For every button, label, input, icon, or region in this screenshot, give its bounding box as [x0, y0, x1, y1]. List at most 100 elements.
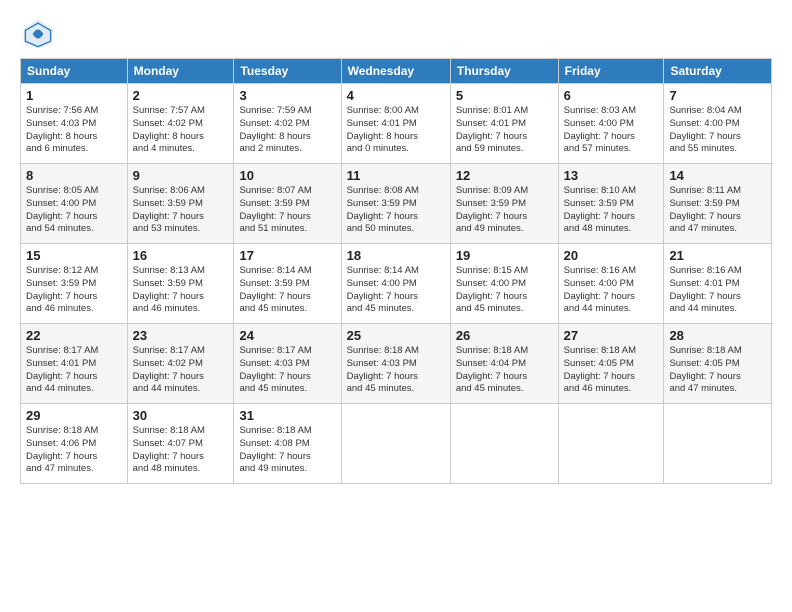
calendar-body: 1 Sunrise: 7:56 AM Sunset: 4:03 PM Daylig…	[21, 84, 772, 484]
day-info: Sunrise: 8:18 AM Sunset: 4:06 PM Dayligh…	[26, 425, 122, 476]
day-cell-8: 8 Sunrise: 8:05 AM Sunset: 4:00 PM Daylig…	[21, 164, 128, 244]
day-number: 11	[347, 168, 445, 183]
day-number: 5	[456, 88, 553, 103]
day-info: Sunrise: 8:18 AM Sunset: 4:03 PM Dayligh…	[347, 345, 445, 396]
weekday-header-row: SundayMondayTuesdayWednesdayThursdayFrid…	[21, 59, 772, 84]
day-cell-23: 23 Sunrise: 8:17 AM Sunset: 4:02 PM Dayli…	[127, 324, 234, 404]
weekday-header-sunday: Sunday	[21, 59, 128, 84]
day-cell-20: 20 Sunrise: 8:16 AM Sunset: 4:00 PM Dayli…	[558, 244, 664, 324]
day-number: 20	[564, 248, 659, 263]
day-number: 1	[26, 88, 122, 103]
week-row-4: 22Sunrise: 8:17 AM Sunset: 4:01 PM Dayli…	[21, 324, 772, 404]
day-cell-6: 6 Sunrise: 8:03 AM Sunset: 4:00 PM Daylig…	[558, 84, 664, 164]
day-cell-15: 15 Sunrise: 8:12 AM Sunset: 3:59 PM Dayli…	[21, 244, 128, 324]
day-cell-3: 3Sunrise: 7:59 AM Sunset: 4:02 PM Daylig…	[234, 84, 341, 164]
day-number: 21	[669, 248, 766, 263]
day-info: Sunrise: 8:09 AM Sunset: 3:59 PM Dayligh…	[456, 185, 553, 236]
day-info: Sunrise: 7:56 AM Sunset: 4:03 PM Dayligh…	[26, 105, 122, 156]
day-number: 10	[239, 168, 335, 183]
day-number: 13	[564, 168, 659, 183]
day-info: Sunrise: 8:17 AM Sunset: 4:02 PM Dayligh…	[133, 345, 229, 396]
day-number: 24	[239, 328, 335, 343]
day-info: Sunrise: 7:59 AM Sunset: 4:02 PM Dayligh…	[239, 105, 335, 156]
empty-cell	[341, 404, 450, 484]
day-info: Sunrise: 8:16 AM Sunset: 4:00 PM Dayligh…	[564, 265, 659, 316]
day-info: Sunrise: 8:07 AM Sunset: 3:59 PM Dayligh…	[239, 185, 335, 236]
day-number: 31	[239, 408, 335, 423]
day-cell-22: 22Sunrise: 8:17 AM Sunset: 4:01 PM Dayli…	[21, 324, 128, 404]
day-number: 14	[669, 168, 766, 183]
day-cell-24: 24 Sunrise: 8:17 AM Sunset: 4:03 PM Dayli…	[234, 324, 341, 404]
weekday-header-tuesday: Tuesday	[234, 59, 341, 84]
day-info: Sunrise: 8:16 AM Sunset: 4:01 PM Dayligh…	[669, 265, 766, 316]
day-cell-29: 29 Sunrise: 8:18 AM Sunset: 4:06 PM Dayli…	[21, 404, 128, 484]
day-cell-1: 1 Sunrise: 7:56 AM Sunset: 4:03 PM Daylig…	[21, 84, 128, 164]
day-cell-30: 30 Sunrise: 8:18 AM Sunset: 4:07 PM Dayli…	[127, 404, 234, 484]
header	[20, 16, 772, 52]
day-number: 8	[26, 168, 122, 183]
day-number: 30	[133, 408, 229, 423]
day-number: 27	[564, 328, 659, 343]
day-info: Sunrise: 8:18 AM Sunset: 4:07 PM Dayligh…	[133, 425, 229, 476]
empty-cell	[450, 404, 558, 484]
day-cell-19: 19 Sunrise: 8:15 AM Sunset: 4:00 PM Dayli…	[450, 244, 558, 324]
day-number: 16	[133, 248, 229, 263]
day-number: 28	[669, 328, 766, 343]
day-cell-5: 5 Sunrise: 8:01 AM Sunset: 4:01 PM Daylig…	[450, 84, 558, 164]
day-number: 19	[456, 248, 553, 263]
day-number: 29	[26, 408, 122, 423]
day-info: Sunrise: 8:17 AM Sunset: 4:03 PM Dayligh…	[239, 345, 335, 396]
empty-cell	[558, 404, 664, 484]
day-cell-9: 9 Sunrise: 8:06 AM Sunset: 3:59 PM Daylig…	[127, 164, 234, 244]
day-info: Sunrise: 8:18 AM Sunset: 4:05 PM Dayligh…	[669, 345, 766, 396]
day-info: Sunrise: 8:13 AM Sunset: 3:59 PM Dayligh…	[133, 265, 229, 316]
day-info: Sunrise: 8:03 AM Sunset: 4:00 PM Dayligh…	[564, 105, 659, 156]
day-number: 26	[456, 328, 553, 343]
day-number: 2	[133, 88, 229, 103]
day-cell-18: 18 Sunrise: 8:14 AM Sunset: 4:00 PM Dayli…	[341, 244, 450, 324]
day-cell-25: 25 Sunrise: 8:18 AM Sunset: 4:03 PM Dayli…	[341, 324, 450, 404]
day-info: Sunrise: 7:57 AM Sunset: 4:02 PM Dayligh…	[133, 105, 229, 156]
day-info: Sunrise: 8:12 AM Sunset: 3:59 PM Dayligh…	[26, 265, 122, 316]
day-cell-12: 12Sunrise: 8:09 AM Sunset: 3:59 PM Dayli…	[450, 164, 558, 244]
day-info: Sunrise: 8:05 AM Sunset: 4:00 PM Dayligh…	[26, 185, 122, 236]
day-info: Sunrise: 8:11 AM Sunset: 3:59 PM Dayligh…	[669, 185, 766, 236]
calendar-table: SundayMondayTuesdayWednesdayThursdayFrid…	[20, 58, 772, 484]
day-cell-17: 17Sunrise: 8:14 AM Sunset: 3:59 PM Dayli…	[234, 244, 341, 324]
day-cell-13: 13Sunrise: 8:10 AM Sunset: 3:59 PM Dayli…	[558, 164, 664, 244]
logo-icon	[20, 16, 56, 52]
week-row-3: 15 Sunrise: 8:12 AM Sunset: 3:59 PM Dayli…	[21, 244, 772, 324]
day-number: 9	[133, 168, 229, 183]
day-number: 15	[26, 248, 122, 263]
day-info: Sunrise: 8:14 AM Sunset: 4:00 PM Dayligh…	[347, 265, 445, 316]
weekday-header-friday: Friday	[558, 59, 664, 84]
day-number: 23	[133, 328, 229, 343]
day-number: 18	[347, 248, 445, 263]
day-info: Sunrise: 8:01 AM Sunset: 4:01 PM Dayligh…	[456, 105, 553, 156]
day-info: Sunrise: 8:06 AM Sunset: 3:59 PM Dayligh…	[133, 185, 229, 236]
day-info: Sunrise: 8:00 AM Sunset: 4:01 PM Dayligh…	[347, 105, 445, 156]
day-cell-27: 27Sunrise: 8:18 AM Sunset: 4:05 PM Dayli…	[558, 324, 664, 404]
day-info: Sunrise: 8:04 AM Sunset: 4:00 PM Dayligh…	[669, 105, 766, 156]
day-number: 22	[26, 328, 122, 343]
day-info: Sunrise: 8:08 AM Sunset: 3:59 PM Dayligh…	[347, 185, 445, 236]
day-info: Sunrise: 8:15 AM Sunset: 4:00 PM Dayligh…	[456, 265, 553, 316]
week-row-2: 8 Sunrise: 8:05 AM Sunset: 4:00 PM Daylig…	[21, 164, 772, 244]
day-cell-7: 7Sunrise: 8:04 AM Sunset: 4:00 PM Daylig…	[664, 84, 772, 164]
day-cell-28: 28 Sunrise: 8:18 AM Sunset: 4:05 PM Dayli…	[664, 324, 772, 404]
day-number: 25	[347, 328, 445, 343]
day-cell-16: 16 Sunrise: 8:13 AM Sunset: 3:59 PM Dayli…	[127, 244, 234, 324]
week-row-5: 29 Sunrise: 8:18 AM Sunset: 4:06 PM Dayli…	[21, 404, 772, 484]
page: SundayMondayTuesdayWednesdayThursdayFrid…	[0, 0, 792, 612]
day-info: Sunrise: 8:14 AM Sunset: 3:59 PM Dayligh…	[239, 265, 335, 316]
day-cell-4: 4 Sunrise: 8:00 AM Sunset: 4:01 PM Daylig…	[341, 84, 450, 164]
day-cell-21: 21 Sunrise: 8:16 AM Sunset: 4:01 PM Dayli…	[664, 244, 772, 324]
weekday-header-wednesday: Wednesday	[341, 59, 450, 84]
day-number: 4	[347, 88, 445, 103]
day-number: 6	[564, 88, 659, 103]
weekday-header-saturday: Saturday	[664, 59, 772, 84]
day-cell-31: 31 Sunrise: 8:18 AM Sunset: 4:08 PM Dayli…	[234, 404, 341, 484]
logo	[20, 16, 60, 52]
day-cell-14: 14 Sunrise: 8:11 AM Sunset: 3:59 PM Dayli…	[664, 164, 772, 244]
day-info: Sunrise: 8:18 AM Sunset: 4:08 PM Dayligh…	[239, 425, 335, 476]
